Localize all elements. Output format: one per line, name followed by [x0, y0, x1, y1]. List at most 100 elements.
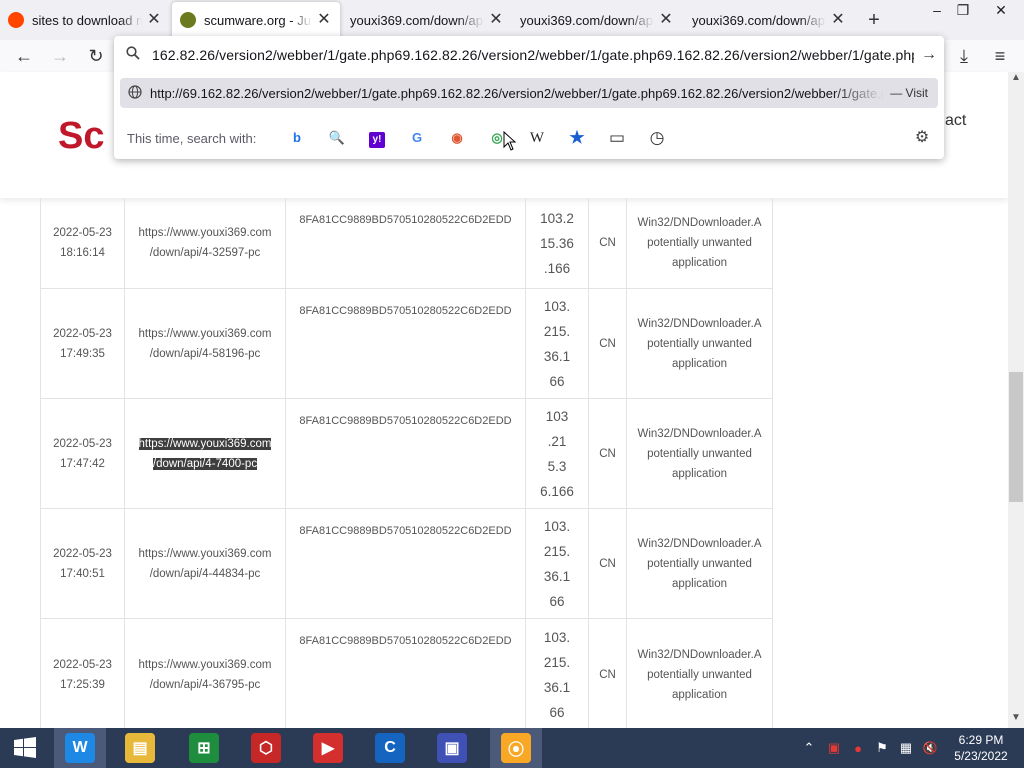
- tray-volume-icon[interactable]: 🔇: [918, 741, 942, 755]
- file-explorer-taskbar-button[interactable]: ▤: [114, 728, 166, 768]
- url-cell: https://www.youxi369.com/down/api/4-5819…: [124, 289, 285, 398]
- tab-youxi-2[interactable]: youxi369.com/down/api/ ✕: [512, 0, 682, 40]
- country-code: CN: [599, 557, 616, 570]
- tray-security-icon[interactable]: ●: [846, 741, 870, 756]
- tab-scumware[interactable]: scumware.org - Just a ✕: [172, 2, 340, 38]
- scrollbar-thumb[interactable]: [1009, 372, 1023, 502]
- photo-app-taskbar-button[interactable]: ▣: [426, 728, 478, 768]
- go-arrow-icon[interactable]: →: [914, 46, 944, 64]
- site-logo[interactable]: Sc: [58, 108, 118, 158]
- wikipedia-icon[interactable]: W: [517, 124, 557, 152]
- spreadsheet-taskbar-button[interactable]: ⊞: [178, 728, 230, 768]
- threat-cell: Win32/DNDownloader.A potentially unwanted…: [626, 198, 773, 288]
- url-cell: https://www.youxi369.com/down/api/4-7400…: [124, 399, 285, 508]
- country-code: CN: [599, 237, 616, 249]
- close-tab-icon[interactable]: ✕: [146, 12, 162, 28]
- reload-button[interactable]: ↻: [84, 44, 108, 68]
- contact-link[interactable]: act: [945, 112, 966, 130]
- ip-line: .166: [543, 260, 571, 276]
- scumware-favicon-icon: [180, 12, 196, 28]
- country-code: CN: [599, 447, 616, 460]
- hash-cell: 8FA81CC9889BD570510280522C6D2EDD: [285, 509, 525, 618]
- back-button[interactable]: ←: [12, 44, 36, 68]
- google-icon[interactable]: G: [397, 124, 437, 152]
- threat-line: application: [672, 577, 727, 590]
- close-tab-icon[interactable]: ✕: [830, 12, 846, 28]
- tray-flag-icon[interactable]: ⚑: [870, 740, 894, 756]
- scroll-down-arrow-icon[interactable]: ▼: [1008, 712, 1024, 728]
- threat-line: application: [672, 357, 727, 370]
- restore-button[interactable]: ❐: [948, 0, 978, 20]
- remote-app-taskbar-button[interactable]: ⦿: [490, 728, 542, 768]
- country-cell: CN: [588, 198, 626, 288]
- history-icon[interactable]: ◷: [637, 124, 677, 152]
- url-link[interactable]: https://www.youxi369.com/down/api/4-4483…: [139, 544, 272, 584]
- tab-youxi-3[interactable]: youxi369.com/down/api/ ✕: [684, 0, 854, 40]
- wps-writer-taskbar-button[interactable]: W: [54, 728, 106, 768]
- urlbar[interactable]: 162.82.26/version2/webber/1/gate.php69.1…: [114, 36, 944, 74]
- url-link[interactable]: https://www.youxi369.com/down/api/4-3679…: [139, 655, 272, 695]
- tab-title: youxi369.com/down/api/: [692, 12, 826, 28]
- table-row: 2022-05-23 17:47:42 https://www.youxi369.c…: [40, 399, 773, 509]
- tab-sites-to-download[interactable]: sites to download ma ✕: [0, 0, 170, 40]
- forward-button[interactable]: →: [48, 44, 72, 68]
- remote-app-icon: ⦿: [501, 733, 531, 763]
- ip-line: 103.: [543, 629, 571, 645]
- yahoo-glyph: y!: [369, 132, 385, 148]
- close-window-button[interactable]: ✕: [986, 0, 1016, 20]
- time-text: 17:40:51: [60, 567, 105, 580]
- url-link[interactable]: https://www.youxi369.com/down/api/4-3259…: [139, 223, 272, 263]
- ip-line: 103: [545, 408, 569, 424]
- new-tab-button[interactable]: +: [862, 8, 886, 32]
- system-tray: ⌃ ▣ ● ⚑ ▦ 🔇: [802, 728, 942, 768]
- threat-cell: Win32/DNDownloader.A potentially unwanted…: [626, 509, 773, 618]
- tray-chevron-icon[interactable]: ⌃: [802, 740, 816, 756]
- app-menu-button[interactable]: ≡: [988, 44, 1012, 68]
- scroll-up-arrow-icon[interactable]: ▲: [1008, 72, 1024, 88]
- url-link[interactable]: https://www.youxi369.com/down/api/4-5819…: [139, 324, 272, 364]
- close-tab-icon[interactable]: ✕: [658, 12, 674, 28]
- ccleaner-icon: C: [375, 733, 405, 763]
- spreadsheet-icon: ⊞: [189, 733, 219, 763]
- duckduckgo-icon[interactable]: ◉: [437, 124, 477, 152]
- tabs-icon[interactable]: ▭: [597, 124, 637, 152]
- tray-network-icon[interactable]: ▦: [894, 740, 918, 756]
- taskbar-clock[interactable]: 6:29 PM 5/23/2022: [944, 732, 1018, 764]
- shield-app-taskbar-button[interactable]: ⬡: [240, 728, 292, 768]
- ip-line: 6.166: [540, 483, 574, 499]
- tray-record-icon[interactable]: ▣: [822, 740, 846, 756]
- ip-cell: 103.215.36.166: [525, 399, 588, 508]
- wps-writer-icon: W: [65, 733, 95, 763]
- url-link[interactable]: https://www.youxi369.com/down/api/4-7400…: [138, 434, 272, 474]
- close-tab-icon[interactable]: ✕: [316, 12, 332, 28]
- search-settings-gear-icon[interactable]: ⚙: [908, 124, 936, 152]
- bing-icon[interactable]: b: [277, 124, 317, 152]
- video-recorder-taskbar-button[interactable]: ▶: [302, 728, 354, 768]
- ip-cell: 103.215.36.166: [525, 619, 588, 730]
- urlbar-input[interactable]: 162.82.26/version2/webber/1/gate.php69.1…: [152, 47, 914, 63]
- shield-app-icon: ⬡: [251, 733, 281, 763]
- md5-hash: 8FA81CC9889BD570510280522C6D2EDD: [299, 635, 512, 647]
- tab-youxi-1[interactable]: youxi369.com/down/api/ ✕: [342, 0, 512, 40]
- ccleaner-taskbar-button[interactable]: C: [364, 728, 416, 768]
- ip-line: 36.1: [543, 568, 571, 584]
- threat-line: application: [672, 688, 727, 701]
- downloads-button[interactable]: ⤓: [952, 44, 976, 68]
- threat-line: potentially unwanted: [647, 337, 752, 350]
- country-cell: CN: [588, 289, 626, 398]
- url-line-1: https://www.youxi369.com: [138, 227, 272, 239]
- date-text: 2022-05-23: [53, 437, 112, 450]
- yahoo-icon[interactable]: y!: [357, 124, 397, 152]
- one-off-search-engines: This time, search with: b 🔍 y! G ◉ ◎ W ★…: [114, 120, 944, 156]
- threat-line: potentially unwanted: [647, 447, 752, 460]
- date-cell: 2022-05-23 17:47:42: [40, 399, 124, 508]
- time-text: 17:49:35: [60, 347, 105, 360]
- bookmarks-icon[interactable]: ★: [557, 124, 597, 152]
- ip-line: 66: [549, 593, 565, 609]
- visit-label: — Visit: [890, 86, 928, 100]
- close-tab-icon[interactable]: ✕: [488, 12, 504, 28]
- url-suggestion[interactable]: http://69.162.82.26/version2/webber/1/ga…: [120, 78, 938, 108]
- date-cell: 2022-05-23 17:25:39: [40, 619, 124, 730]
- search-engine-icon[interactable]: 🔍: [317, 124, 357, 152]
- start-button[interactable]: [0, 728, 50, 768]
